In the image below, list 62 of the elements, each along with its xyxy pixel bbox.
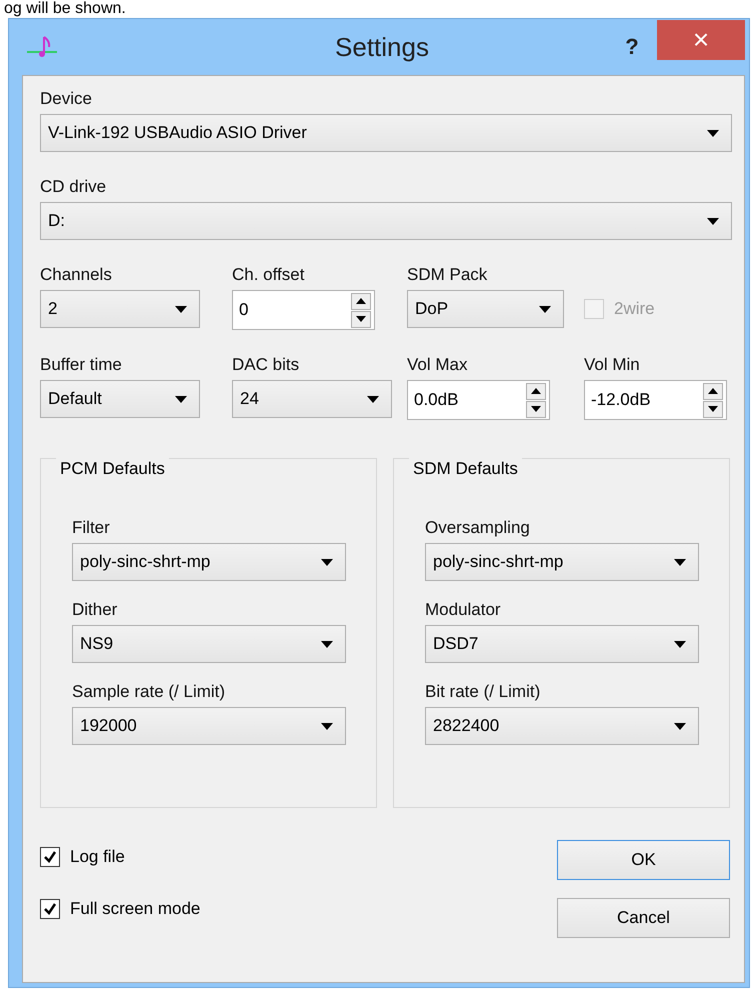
dropdown-arrow-icon xyxy=(367,396,379,402)
dropdown-arrow-icon xyxy=(175,306,187,312)
dropdown-arrow-icon xyxy=(175,396,187,402)
field-label: Modulator xyxy=(425,599,502,621)
cancel-button[interactable]: Cancel xyxy=(557,898,730,938)
device-dropdown[interactable]: V-Link-192 USBAudio ASIO Driver xyxy=(40,114,732,152)
dropdown-arrow-icon xyxy=(321,722,333,730)
checkbox[interactable] xyxy=(40,847,60,867)
dropdown[interactable]: NS9 xyxy=(72,625,346,663)
field-label: Oversampling xyxy=(425,517,531,539)
checkbox-label: Full screen mode xyxy=(70,899,200,919)
field-label: DAC bits xyxy=(232,354,300,376)
field-label: Bit rate (/ Limit) xyxy=(425,681,542,703)
field-label: CD drive xyxy=(40,176,108,198)
dropdown[interactable]: DoP xyxy=(407,290,564,328)
spin-down-icon[interactable] xyxy=(526,400,546,418)
dropdown-arrow-icon xyxy=(674,558,686,566)
field-label: Channels xyxy=(40,264,113,286)
dropdown-arrow-icon xyxy=(321,640,333,648)
window-title: Settings xyxy=(334,32,430,62)
field-label: Buffer time xyxy=(40,354,123,376)
field-label: SDM Pack xyxy=(407,264,488,286)
dropdown[interactable]: 2 xyxy=(40,290,200,328)
dropdown-arrow-icon xyxy=(539,306,551,312)
dropdown-arrow-icon xyxy=(321,558,333,566)
dropdown-arrow-icon xyxy=(707,218,719,224)
spin-up-icon[interactable] xyxy=(351,292,371,310)
field-label: Ch. offset xyxy=(232,264,306,286)
dropdown-arrow-icon xyxy=(674,722,686,730)
checkbox-label: Log file xyxy=(70,847,125,867)
spin-down-icon[interactable] xyxy=(351,310,371,328)
checkmark-icon xyxy=(43,902,57,916)
music-note-icon xyxy=(27,35,57,59)
field-label: Device xyxy=(40,88,93,110)
spin-box[interactable]: -12.0dB xyxy=(584,380,727,420)
dropdown-arrow-icon xyxy=(674,640,686,648)
dropdown[interactable]: poly-sinc-shrt-mp xyxy=(425,543,699,581)
field-label: Sample rate (/ Limit) xyxy=(72,681,226,703)
dropdown[interactable]: poly-sinc-shrt-mp xyxy=(72,543,346,581)
dropdown[interactable]: 192000 xyxy=(72,707,346,745)
help-button[interactable]: ? xyxy=(607,29,657,65)
field-label: Filter xyxy=(72,517,111,539)
ok-button[interactable]: OK xyxy=(557,840,730,880)
dropdown-arrow-icon xyxy=(707,130,719,136)
caption-text: og will be shown. xyxy=(3,0,127,18)
dropdown[interactable]: DSD7 xyxy=(425,625,699,663)
field-label: Vol Min xyxy=(584,354,641,376)
spin-up-icon[interactable] xyxy=(703,382,723,400)
checkbox-label: 2wire xyxy=(614,299,655,319)
field-label: Dither xyxy=(72,599,118,621)
spin-down-icon[interactable] xyxy=(703,400,723,418)
close-button[interactable]: × xyxy=(657,20,745,60)
checkbox[interactable] xyxy=(40,899,60,919)
dropdown[interactable]: 24 xyxy=(232,380,392,418)
spin-box[interactable]: 0.0dB xyxy=(407,380,550,420)
checkmark-icon xyxy=(43,850,57,864)
spin-up-icon[interactable] xyxy=(526,382,546,400)
spin-box[interactable]: 0 xyxy=(232,290,375,330)
dropdown[interactable]: Default xyxy=(40,380,200,418)
cd-drive-dropdown[interactable]: D: xyxy=(40,202,732,240)
field-label: Vol Max xyxy=(407,354,468,376)
dropdown[interactable]: 2822400 xyxy=(425,707,699,745)
